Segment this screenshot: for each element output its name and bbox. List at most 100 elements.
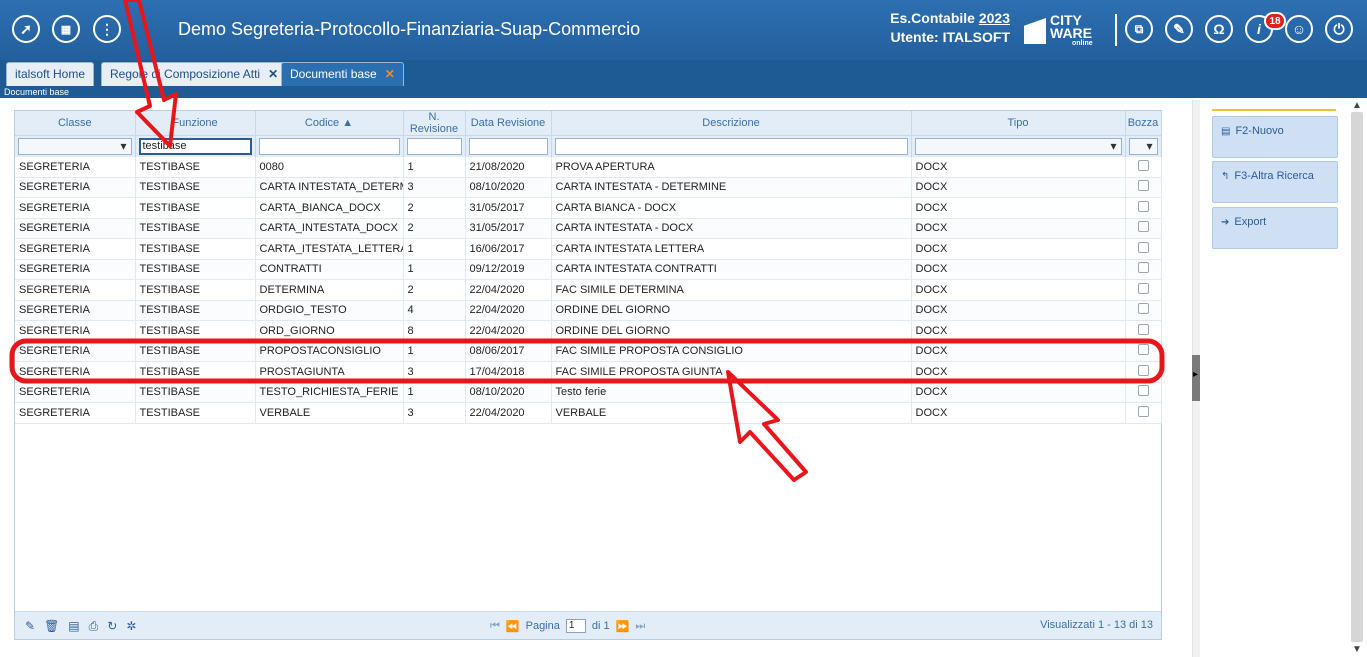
table-row[interactable]: SEGRETERIA TESTIBASE VERBALE 3 22/04/2020 VER…: [15, 402, 1162, 424]
filter-funzione-input[interactable]: testibase: [138, 137, 252, 155]
windows-icon[interactable]: ⧉: [1125, 15, 1153, 43]
splitter-toggle[interactable]: [1192, 355, 1200, 401]
filter-tipo-select[interactable]: [914, 137, 1122, 155]
cell-codice: VERBALE: [255, 402, 404, 424]
save-icon[interactable]: ▤: [68, 619, 79, 634]
filter-revisione-input[interactable]: [406, 137, 462, 155]
first-page-icon[interactable]: ⏮: [490, 620, 500, 633]
col-header-revisione[interactable]: N. Revisione: [403, 111, 466, 136]
scroll-down-icon[interactable]: ▼: [1352, 644, 1362, 655]
rocket-icon[interactable]: ➚: [12, 15, 40, 43]
print-icon[interactable]: ⎙: [89, 619, 99, 634]
tab-regole-composizione[interactable]: Regole di Composizione Atti ✕: [101, 62, 288, 86]
apps-grid-icon[interactable]: ▦: [52, 15, 80, 43]
cell-descrizione: VERBALE: [551, 402, 912, 424]
delete-icon[interactable]: 🗑: [44, 619, 59, 634]
col-header-codice[interactable]: Codice ▲: [255, 111, 404, 136]
cell-codice: PROSTAGIUNTA: [255, 361, 404, 383]
col-header-data-revisione[interactable]: Data Revisione: [465, 111, 552, 136]
filter-classe-select[interactable]: [18, 137, 132, 155]
vertical-scrollbar[interactable]: ▲ ▼: [1347, 100, 1367, 657]
export-button[interactable]: ➔ Export: [1212, 207, 1338, 249]
cell-funzione: TESTIBASE: [135, 341, 256, 362]
cell-funzione: TESTIBASE: [135, 177, 256, 198]
col-header-funzione[interactable]: Funzione: [135, 111, 256, 136]
next-page-icon[interactable]: ⏩: [616, 620, 630, 633]
prev-page-icon[interactable]: ⏪: [506, 620, 520, 633]
bozza-checkbox[interactable]: [1137, 159, 1149, 171]
cell-data-revisione: 08/10/2020: [465, 177, 552, 198]
bozza-checkbox[interactable]: [1137, 262, 1149, 274]
col-header-bozza[interactable]: Bozza: [1125, 111, 1162, 136]
bozza-checkbox[interactable]: [1137, 323, 1149, 335]
page-navigation: ⏮ ⏪ Pagina 1 di 1 ⏩ ⏭: [490, 619, 645, 633]
col-header-classe[interactable]: Classe: [15, 111, 136, 136]
info-menu-icon[interactable]: ⋮: [93, 15, 121, 43]
filter-data-revisione-input[interactable]: [468, 137, 548, 155]
headset-icon[interactable]: Ω: [1205, 15, 1233, 43]
bozza-checkbox[interactable]: [1137, 344, 1149, 356]
cell-data-revisione: 17/04/2018: [465, 361, 552, 383]
scrollbar-thumb[interactable]: [1351, 112, 1363, 642]
filter-bozza-select[interactable]: [1128, 137, 1158, 155]
app-title: Demo Segreteria-Protocollo-Finanziaria-S…: [178, 19, 641, 39]
bozza-checkbox[interactable]: [1137, 241, 1149, 253]
edit-icon[interactable]: ✎: [25, 619, 35, 634]
user-icon[interactable]: ☺: [1285, 15, 1313, 43]
tab-documenti-base[interactable]: Documenti base ✕: [281, 62, 404, 86]
bozza-checkbox[interactable]: [1137, 303, 1149, 315]
table-row[interactable]: SEGRETERIA TESTIBASE ORDGIO_TESTO 4 22/04/20…: [15, 300, 1162, 321]
refresh-icon[interactable]: ↻: [107, 619, 117, 634]
close-icon[interactable]: ✕: [268, 67, 278, 81]
last-page-icon[interactable]: ⏭: [635, 620, 645, 633]
cell-data-revisione: 21/08/2020: [465, 156, 552, 178]
col-header-descrizione[interactable]: Descrizione: [551, 111, 912, 136]
bozza-checkbox[interactable]: [1137, 405, 1149, 417]
tab-italsoft-home[interactable]: italsoft Home: [6, 62, 95, 86]
es-year-link[interactable]: 2023: [979, 10, 1010, 26]
other-search-button[interactable]: ↰ F3-Altra Ricerca: [1212, 161, 1338, 203]
side-panel-accent: [1212, 109, 1336, 111]
cell-revisione: 3: [403, 402, 466, 424]
close-icon[interactable]: ✕: [385, 67, 395, 81]
bozza-checkbox[interactable]: [1137, 282, 1149, 294]
fiscal-year-block: Es.Contabile 2023 Utente: ITALSOFT: [880, 9, 1010, 47]
edit-icon[interactable]: ✎: [1165, 15, 1193, 43]
logo-flag-icon: [1024, 18, 1046, 44]
cell-funzione: TESTIBASE: [135, 300, 256, 321]
bozza-checkbox[interactable]: [1137, 364, 1149, 376]
cell-descrizione: ORDINE DEL GIORNO: [551, 300, 912, 321]
table-row[interactable]: SEGRETERIA TESTIBASE CONTRATTI 1 09/12/2019 C…: [15, 259, 1162, 280]
power-icon[interactable]: ⏻: [1325, 15, 1353, 43]
records-count: Visualizzati 1 - 13 di 13: [1040, 619, 1153, 631]
table-row[interactable]: SEGRETERIA TESTIBASE CARTA_BIANCA_DOCX 2 31/…: [15, 197, 1162, 219]
cell-funzione: TESTIBASE: [135, 382, 256, 403]
table-row[interactable]: SEGRETERIA TESTIBASE CARTA_ITESTATA_LETTER…: [15, 238, 1162, 260]
col-header-tipo[interactable]: Tipo: [911, 111, 1126, 136]
cell-codice: CARTA INTESTATA_DETERMINE: [255, 177, 404, 198]
table-row[interactable]: SEGRETERIA TESTIBASE CARTA INTESTATA_DETER…: [15, 177, 1162, 198]
table-row[interactable]: SEGRETERIA TESTIBASE DETERMINA 2 22/04/2020 F…: [15, 279, 1162, 301]
cell-data-revisione: 09/12/2019: [465, 259, 552, 280]
settings-icon[interactable]: ✲: [126, 619, 136, 634]
table-row[interactable]: SEGRETERIA TESTIBASE CARTA_INTESTATA_DOCX 2…: [15, 218, 1162, 239]
page-number-input[interactable]: 1: [565, 619, 586, 633]
new-button[interactable]: ▤ F2-Nuovo: [1212, 116, 1338, 158]
grid-pager: ✎ 🗑 ▤ ⎙ ↻ ✲ ⏮ ⏪ Pagina 1 di 1 ⏩ ⏭ Visual…: [15, 611, 1161, 639]
table-row[interactable]: SEGRETERIA TESTIBASE 0080 1 21/08/2020 PROVA …: [15, 156, 1162, 178]
table-row[interactable]: SEGRETERIA TESTIBASE ORD_GIORNO 8 22/04/2020…: [15, 320, 1162, 342]
filter-descrizione-input[interactable]: [554, 137, 908, 155]
table-row[interactable]: SEGRETERIA TESTIBASE TESTO_RICHIESTA_FERIE…: [15, 382, 1162, 403]
bozza-checkbox[interactable]: [1137, 221, 1149, 233]
scroll-up-icon[interactable]: ▲: [1352, 100, 1362, 111]
cell-codice: TESTO_RICHIESTA_FERIE: [255, 382, 404, 403]
table-row[interactable]: SEGRETERIA TESTIBASE PROSTAGIUNTA 3 17/04/20…: [15, 361, 1162, 383]
app-header: ➚ ▦ ⋮ Demo Segreteria-Protocollo-Finanzi…: [0, 0, 1367, 60]
bozza-checkbox[interactable]: [1137, 180, 1149, 192]
bozza-checkbox[interactable]: [1137, 385, 1149, 397]
cell-bozza: [1125, 382, 1162, 403]
table-row[interactable]: SEGRETERIA TESTIBASE PROPOSTACONSIGLIO 1 08/…: [15, 341, 1162, 362]
notification-badge[interactable]: 18: [1264, 12, 1286, 30]
filter-codice-input[interactable]: [258, 137, 400, 155]
bozza-checkbox[interactable]: [1137, 200, 1149, 212]
